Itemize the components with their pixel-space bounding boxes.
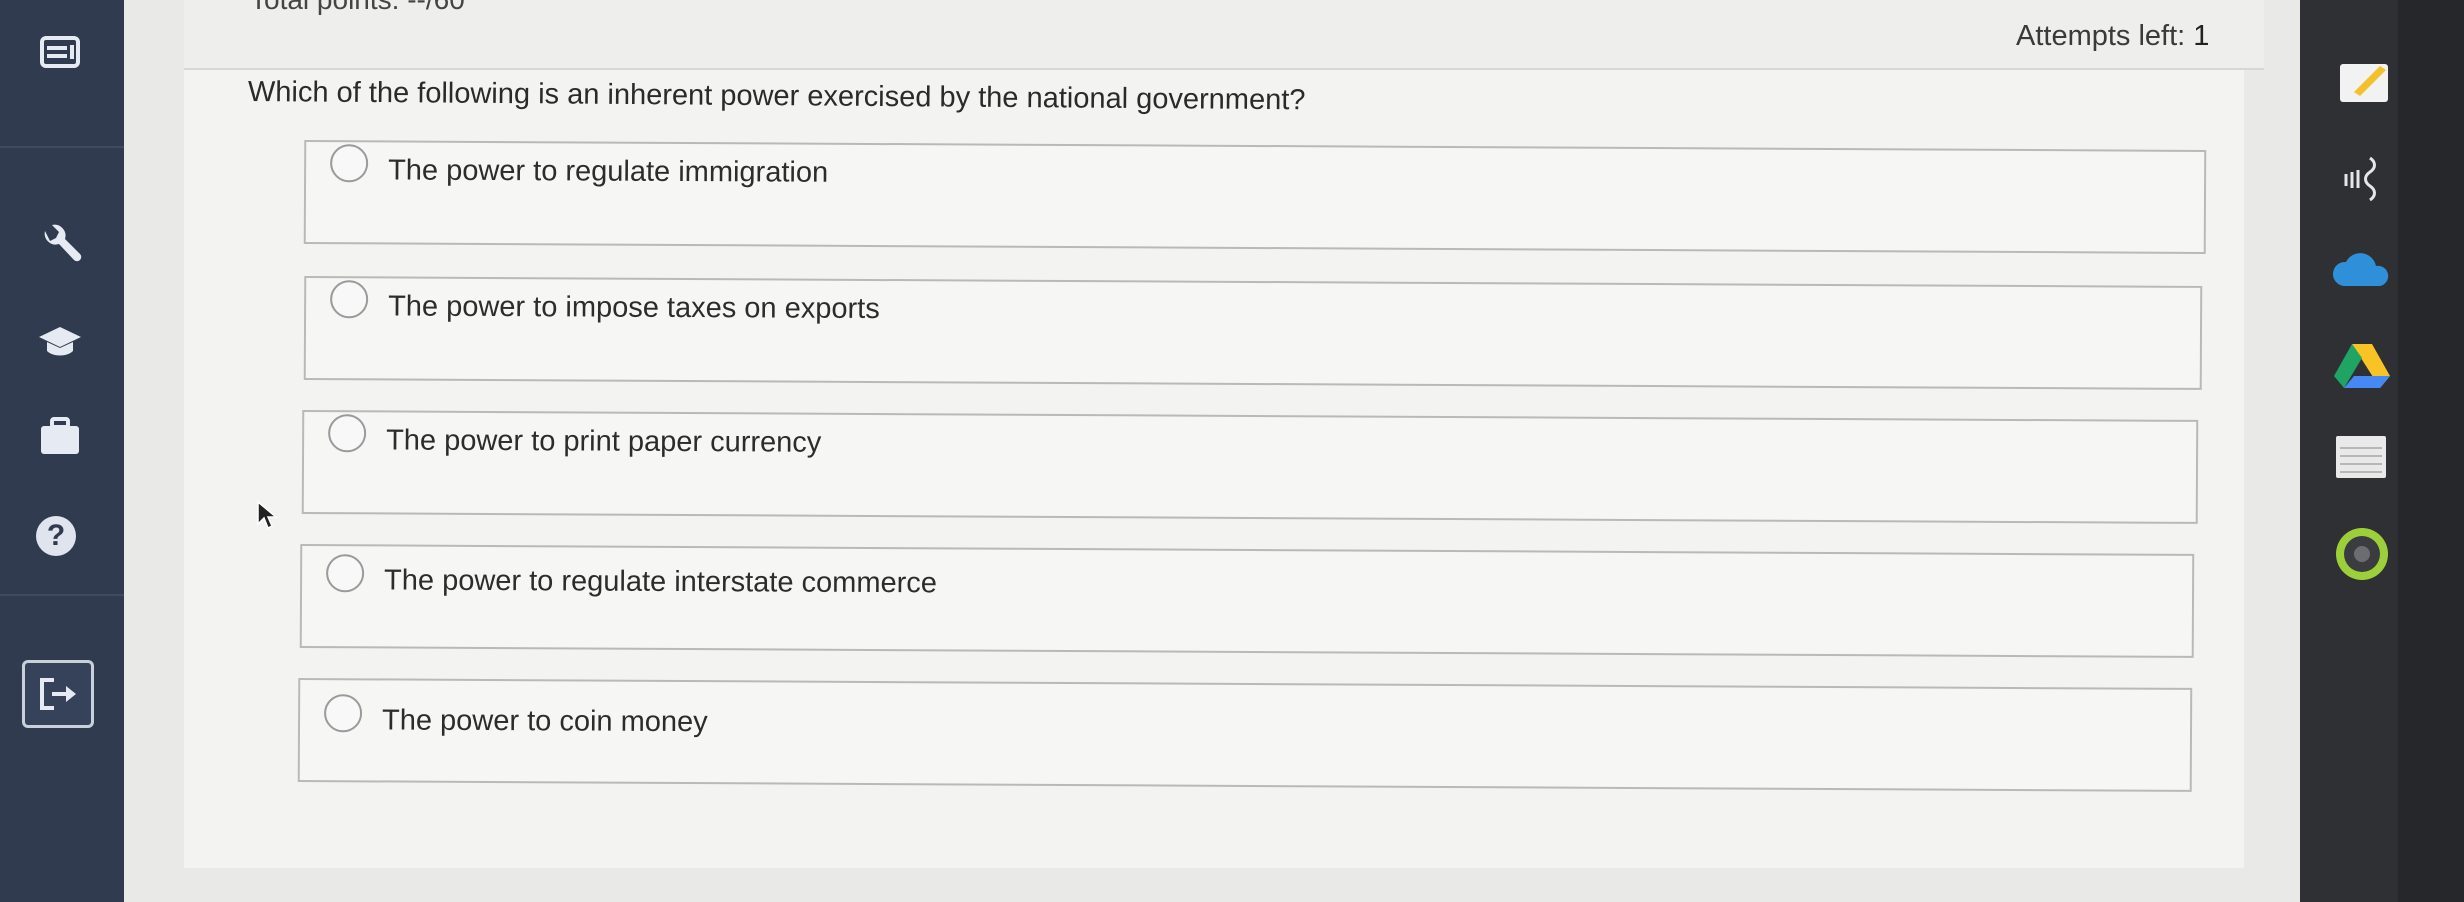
radio-button[interactable] xyxy=(328,414,367,453)
option-label: The power to impose taxes on exports xyxy=(388,290,880,326)
radio-button[interactable] xyxy=(326,554,365,593)
answer-option[interactable]: The power to regulate interstate commerc… xyxy=(299,544,2195,658)
sidebar-divider xyxy=(0,146,124,148)
notes-icon[interactable] xyxy=(2336,58,2392,111)
radio-button[interactable] xyxy=(330,144,369,183)
notepad-icon[interactable] xyxy=(2332,432,2390,487)
header-strip xyxy=(184,0,2264,70)
circle-app-icon[interactable] xyxy=(2332,524,2392,589)
radio-button[interactable] xyxy=(330,280,369,319)
graduation-cap-icon[interactable] xyxy=(36,322,84,362)
answer-option[interactable]: The power to coin money xyxy=(297,678,2193,792)
answer-option[interactable]: The power to regulate immigration xyxy=(303,140,2207,254)
briefcase-icon[interactable] xyxy=(36,414,84,458)
attempts-label: Attempts left: xyxy=(2016,20,2186,52)
answer-option[interactable]: The power to impose taxes on exports xyxy=(303,276,2203,390)
drive-icon[interactable] xyxy=(2332,340,2392,397)
help-icon[interactable]: ? xyxy=(36,516,76,556)
total-points: Total points: --/60 xyxy=(250,0,465,16)
panel-icon[interactable] xyxy=(38,34,82,70)
mouse-pointer-icon xyxy=(256,500,280,535)
option-label: The power to print paper currency xyxy=(386,424,822,459)
attempts-left: Attempts left: 1 xyxy=(2016,20,2209,53)
option-label: The power to regulate immigration xyxy=(388,154,829,189)
audio-icon[interactable] xyxy=(2336,150,2392,211)
cloud-icon[interactable] xyxy=(2330,248,2394,297)
option-label: The power to coin money xyxy=(381,704,708,739)
exit-icon[interactable] xyxy=(22,660,94,728)
wrench-icon[interactable] xyxy=(36,220,84,268)
option-label: The power to regulate interstate commerc… xyxy=(383,564,938,600)
attempts-count: 1 xyxy=(2193,20,2210,52)
sidebar-divider xyxy=(0,594,124,596)
answer-option[interactable]: The power to print paper currency xyxy=(301,410,2199,524)
left-sidebar: ? xyxy=(0,0,124,902)
radio-button[interactable] xyxy=(323,694,363,733)
